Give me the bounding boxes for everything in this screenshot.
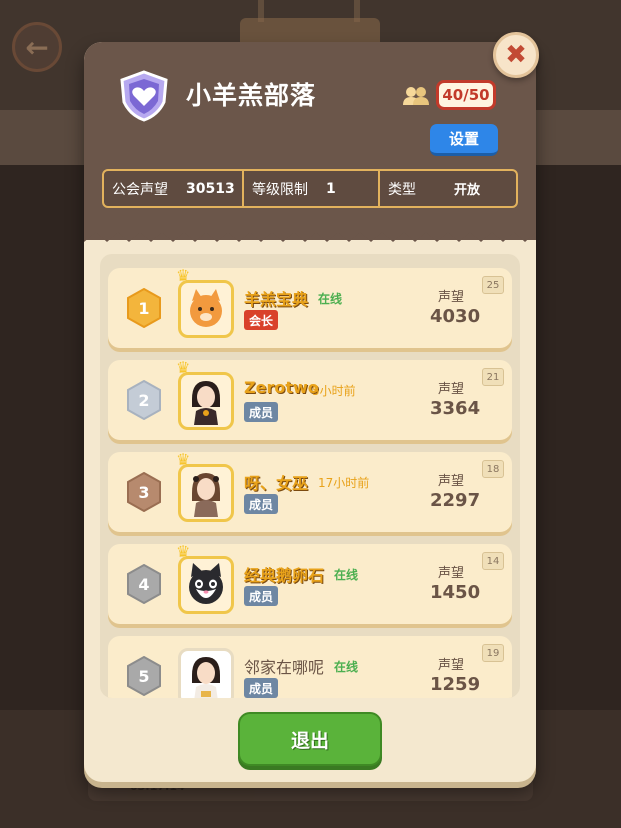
avatar[interactable]: [178, 372, 234, 430]
level-tag: 21: [482, 368, 504, 386]
close-button[interactable]: ✖: [493, 32, 539, 78]
member-status: 17小时前: [318, 476, 370, 490]
prestige-label: 声望: [438, 382, 465, 397]
crown-icon: ♛: [176, 450, 191, 469]
guild-shield-heart-icon: [120, 70, 168, 122]
rank-badge: 3: [126, 471, 162, 513]
rank-badge: 1: [126, 287, 162, 329]
guild-stats-bar: 公会声望 30513 等级限制 1 类型 开放: [102, 169, 518, 208]
level-tag: 14: [482, 552, 504, 570]
member-status: 5小时前: [312, 384, 356, 398]
guild-name: 小羊羔部落: [186, 81, 317, 110]
stat-prestige: 公会声望 30513: [104, 171, 244, 206]
member-name: 呀、女巫: [244, 474, 309, 493]
role-badge: 会长: [244, 310, 279, 330]
avatar[interactable]: [178, 648, 234, 698]
girl-white-top-avatar-icon: [192, 657, 220, 698]
role-badge: 成员: [244, 586, 279, 606]
stat-level-limit-value: 1: [326, 180, 336, 197]
rank-badge: 4: [126, 563, 162, 605]
member-name: Zerotwo: [244, 378, 319, 397]
role-badge: 成员: [244, 678, 279, 698]
members-icon: [403, 87, 429, 105]
member-row[interactable]: 3 ♛ 呀、女巫 17小时前 成员 声望 2297 18: [108, 452, 512, 532]
prestige-value: 1259: [430, 674, 481, 695]
member-row[interactable]: 2 ♛ Zerotwo 5小时前 成员 声望 3364 21: [108, 360, 512, 440]
avatar[interactable]: [178, 464, 234, 522]
girl-brown-hair-avatar-icon: [192, 473, 220, 517]
member-row[interactable]: 5 邻家在哪呢 在线 成员 声望 1259 19: [108, 636, 512, 698]
exit-button[interactable]: 退出: [238, 712, 382, 766]
stat-prestige-value: 30513: [186, 180, 235, 197]
role-badge: 成员: [244, 402, 279, 422]
prestige-value: 4030: [430, 306, 481, 327]
member-name: 羊羔宝典: [244, 290, 309, 309]
level-tag: 19: [482, 644, 504, 662]
settings-button[interactable]: 设置: [430, 124, 498, 156]
rank-number: 4: [138, 574, 150, 594]
back-arrow-icon: ←: [12, 22, 62, 72]
header-zigzag: [84, 224, 536, 242]
member-status: 在线: [334, 568, 359, 582]
member-row[interactable]: 1 ♛ 羊羔宝典 在线 会长 声望 4030 25: [108, 268, 512, 348]
prestige-value: 1450: [430, 582, 481, 603]
prestige-label: 声望: [438, 290, 465, 305]
stat-level-limit-label: 等级限制: [252, 181, 308, 198]
avatar[interactable]: [178, 280, 234, 338]
rank-number: 2: [138, 390, 150, 410]
girl-dark-hair-avatar-icon: [192, 381, 220, 425]
member-name: 邻家在哪呢: [244, 658, 325, 677]
member-status: 在线: [334, 660, 359, 674]
prestige-label: 声望: [438, 658, 465, 673]
role-badge: 成员: [244, 494, 279, 514]
stat-type: 类型 开放: [380, 171, 516, 206]
tuxedo-cat-avatar-icon: [189, 563, 223, 604]
member-list[interactable]: 1 ♛ 羊羔宝典 在线 会长 声望 4030 25 2 ♛ Zerotwo 5小…: [100, 254, 520, 698]
member-count-badge: 40/50: [436, 80, 496, 110]
guild-dialog: 小羊羔部落 40/50 设置 公会声望 30513 等级限制 1 类型 开放 1: [84, 42, 536, 782]
stat-type-value: 开放: [454, 183, 481, 198]
prestige-label: 声望: [438, 474, 465, 489]
prestige-value: 3364: [430, 398, 481, 419]
rank-number: 1: [138, 298, 150, 318]
member-name: 经典鹅卵石: [244, 566, 325, 585]
level-tag: 18: [482, 460, 504, 478]
crown-icon: ♛: [176, 358, 191, 377]
crown-icon: ♛: [176, 542, 191, 561]
avatar[interactable]: [178, 556, 234, 614]
orange-cat-avatar-icon: [190, 289, 222, 327]
member-status: 在线: [318, 292, 343, 306]
prestige-label: 声望: [438, 566, 465, 581]
member-row[interactable]: 4 ♛ 经典鹅卵石 在线 成员 声望 1450 14: [108, 544, 512, 624]
rank-number: 3: [138, 482, 150, 502]
stat-type-label: 类型: [388, 181, 416, 198]
level-tag: 25: [482, 276, 504, 294]
rank-number: 5: [138, 666, 150, 686]
stat-level-limit: 等级限制 1: [244, 171, 380, 206]
close-icon: ✖: [505, 40, 527, 70]
rank-badge: 5: [126, 655, 162, 697]
prestige-value: 2297: [430, 490, 481, 511]
stat-prestige-label: 公会声望: [112, 181, 168, 198]
crown-icon: ♛: [176, 266, 191, 285]
rank-badge: 2: [126, 379, 162, 421]
